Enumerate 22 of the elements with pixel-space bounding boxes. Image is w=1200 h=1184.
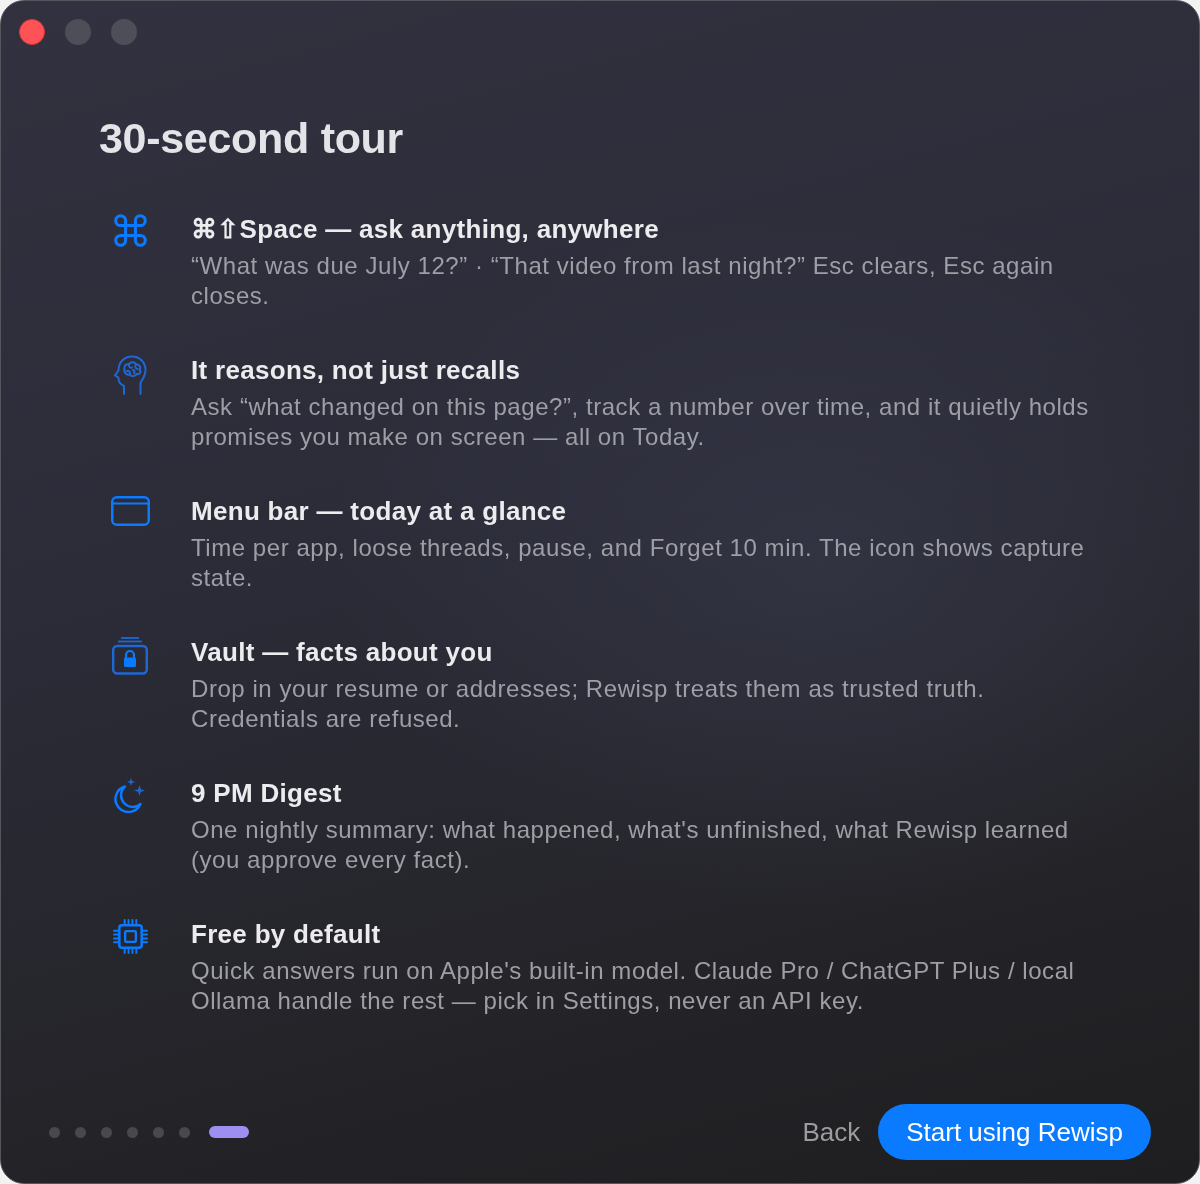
back-button[interactable]: Back — [802, 1112, 861, 1152]
feature-title: Menu bar — today at a glance — [191, 495, 568, 528]
close-button[interactable] — [19, 19, 45, 45]
page-title: 30-second tour — [99, 113, 404, 163]
feature-title: Free by default — [191, 918, 382, 951]
feature-description: One nightly summary: what happened, what's unfinished, what Rewisp learned (you approve every fact). — [191, 815, 1070, 875]
lock-in-tray-icon — [112, 637, 148, 675]
feature-description: Time per app, loose threads, pause, and Forget 10 min. The icon shows capture state. — [191, 533, 1086, 593]
moon-and-stars-icon — [112, 778, 148, 813]
feature-title: It reasons, not just recalls — [191, 354, 522, 387]
feature-title: 9 PM Digest — [191, 777, 343, 810]
feature-description: Ask “what changed on this page?”, track a number over time, and it quietly holds promises you make on screen — all on Today. — [191, 392, 1090, 452]
feature-title: Vault — facts about you — [191, 636, 494, 669]
command-key-icon — [113, 214, 147, 247]
chip-icon — [112, 919, 148, 954]
feature-description: Drop in your resume or addresses; Rewisp treats them as trusted truth. Credentials are refused. — [191, 674, 986, 734]
window-icon — [110, 496, 150, 526]
feature-description: Quick answers run on Apple's built-in model. Claude Pro / ChatGPT Plus / local Ollama handle the rest — pick in Settings, never an API key. — [191, 956, 1076, 1016]
feature-title: ⌘⇧Space — ask anything, anywhere — [191, 213, 660, 246]
start-button[interactable]: Start using Rewisp — [878, 1104, 1151, 1160]
head-with-brain-icon — [113, 355, 147, 395]
feature-description: “What was due July 12?” · “That video from last night?” Esc clears, Esc again closes. — [191, 251, 1055, 311]
